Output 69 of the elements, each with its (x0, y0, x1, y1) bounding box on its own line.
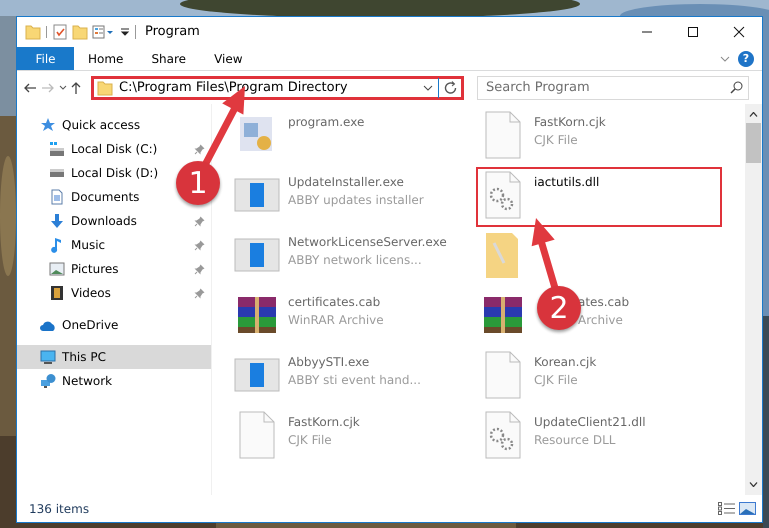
large-icons-view-icon[interactable] (739, 502, 756, 515)
nav-item[interactable]: Videos (17, 281, 211, 305)
file-description: ABBY network licens... (288, 252, 423, 269)
nav-item[interactable]: Local Disk (D:) (17, 161, 164, 185)
separator-icon (45, 25, 48, 39)
nav-item[interactable]: Music (17, 233, 211, 257)
file-description: WinRAR Archive (288, 312, 384, 329)
file-description: ABBY updates installer (288, 192, 424, 209)
window-title: Program (145, 23, 201, 42)
back-icon[interactable] (23, 82, 37, 92)
search-field[interactable]: Search Program (477, 76, 749, 100)
expand-ribbon-icon[interactable] (720, 56, 730, 62)
nav-item[interactable]: Local Disk (C:) (17, 137, 211, 161)
file-description: CJK File (288, 432, 333, 449)
ribbon-tab[interactable]: View (200, 47, 257, 70)
file-name: AbbyySTI.exe (288, 354, 370, 371)
customize-caret-icon[interactable] (120, 27, 130, 37)
file-name: FastKorn.cjk (288, 414, 360, 431)
maximize-icon (687, 26, 699, 38)
item-count: 136 items (29, 500, 90, 518)
monitor-icon (40, 349, 56, 365)
dropdown-caret-icon[interactable] (423, 84, 433, 90)
folder-icon (97, 80, 113, 96)
file-name: Korean.cjk (534, 354, 596, 371)
up-icon[interactable] (71, 81, 81, 94)
file-name: FastKorn.cjk (534, 114, 606, 131)
file-tab[interactable]: File (17, 47, 74, 70)
nav-item[interactable]: Documents (17, 185, 146, 209)
nav-item[interactable]: Pictures (17, 257, 211, 281)
recent-caret-icon[interactable] (59, 85, 67, 90)
separator-icon (437, 78, 440, 98)
nav-item[interactable]: OneDrive (17, 313, 124, 337)
file-name: iactutils.dll (534, 174, 600, 191)
ribbon-tab[interactable]: Home (74, 47, 138, 70)
view-options-icon[interactable] (92, 24, 116, 40)
properties-icon[interactable] (52, 24, 68, 40)
file-description: Resource DLL (534, 432, 616, 449)
file-description: CJK File (534, 132, 579, 149)
drive-icon (49, 141, 65, 157)
nav-item[interactable]: Downloads (17, 209, 211, 233)
nav-item[interactable]: Network (17, 369, 118, 393)
file-name: NetworkLicenseServer.exe (288, 234, 447, 251)
refresh-icon[interactable] (444, 81, 457, 94)
file-name: UpdateClient21.dll (534, 414, 646, 431)
file-name: certificates.cab (288, 294, 382, 311)
file-description: ABBY sti event hand... (288, 372, 421, 389)
network-icon (40, 373, 56, 389)
nav-item[interactable]: This PC (17, 345, 211, 369)
file-name: UpdateInstaller.exe (288, 174, 405, 191)
separator-icon (134, 24, 137, 40)
file-item[interactable]: iactutils.dll (476, 167, 722, 227)
nav-item[interactable]: Quick access (17, 113, 146, 137)
film-icon (49, 285, 65, 301)
scrollbar-thumb[interactable] (746, 123, 761, 163)
details-view-icon[interactable] (718, 502, 735, 515)
download-icon (49, 213, 65, 229)
document-icon (49, 189, 65, 205)
search-icon[interactable] (730, 80, 743, 94)
file-description: CJK File (534, 372, 579, 389)
file-name: program.exe (288, 114, 364, 131)
close-icon (733, 26, 745, 38)
picture-frame-icon (49, 261, 65, 277)
address-bar[interactable]: C:\Program Files\Program Directory (91, 76, 464, 100)
address-path: C:\Program Files\Program Directory (119, 78, 349, 97)
ribbon-tab[interactable]: Share (137, 47, 200, 70)
help-button[interactable]: ? (738, 50, 754, 66)
scroll-down-icon[interactable] (749, 482, 758, 487)
star-icon (40, 117, 56, 133)
scroll-up-icon[interactable] (749, 112, 758, 117)
